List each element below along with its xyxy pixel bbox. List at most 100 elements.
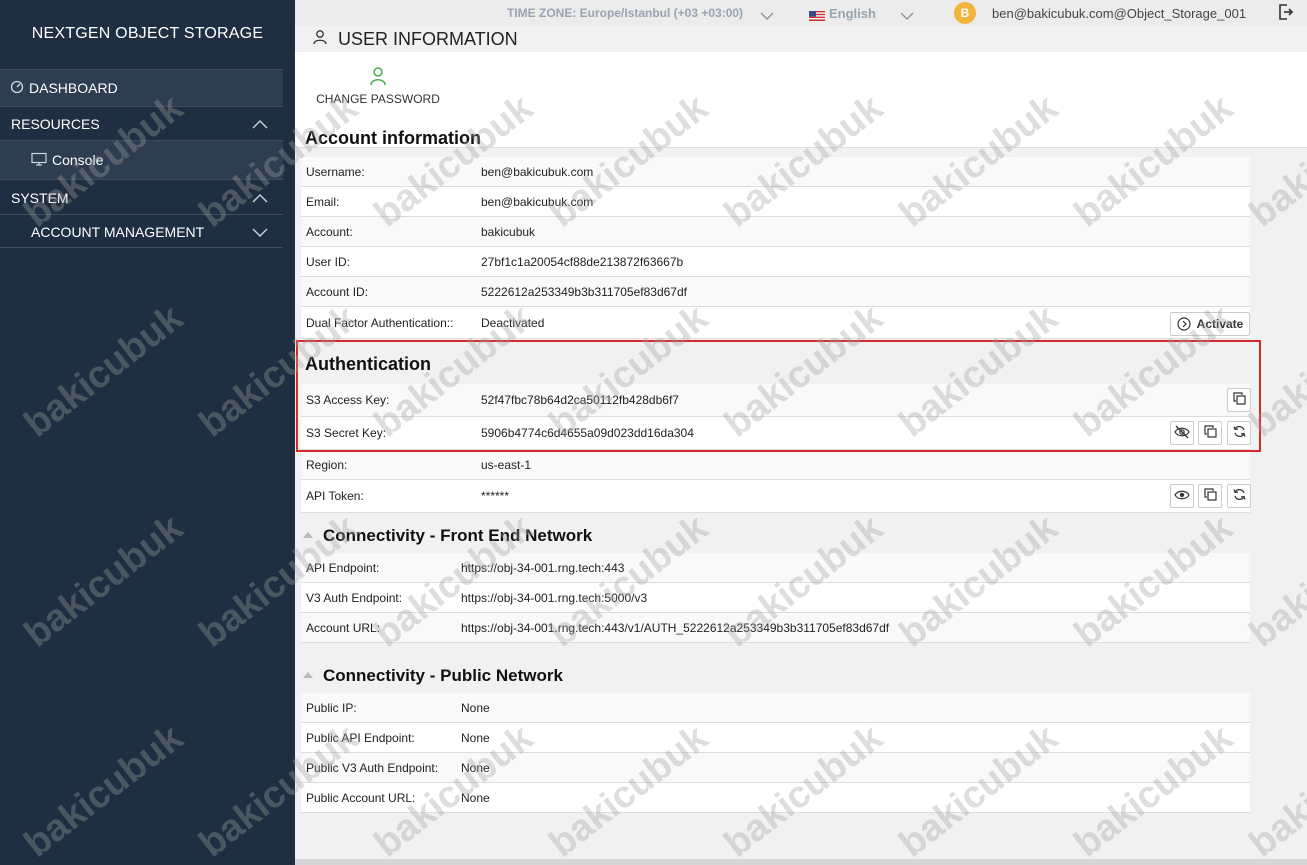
eye-icon bbox=[1174, 489, 1190, 504]
sidebar-item-resources[interactable]: RESOURCES bbox=[0, 107, 283, 141]
authentication-title: Authentication bbox=[305, 354, 431, 374]
show-api-token-button[interactable] bbox=[1170, 484, 1194, 508]
chevron-up-icon bbox=[251, 118, 269, 130]
row-value: ben@bakicubuk.com bbox=[481, 164, 594, 179]
table-row: Dual Factor Authentication:: Deactivated… bbox=[301, 307, 1250, 339]
row-value: https://obj-34-001.rng.tech:443 bbox=[461, 560, 625, 575]
table-row: Public V3 Auth Endpoint: None bbox=[301, 753, 1250, 783]
copy-icon bbox=[1203, 425, 1217, 441]
s3-secret-key-value: 5906b4774c6d4655a09d023dd16da304 bbox=[481, 426, 694, 440]
copy-icon bbox=[1232, 392, 1246, 408]
row-label: API Endpoint: bbox=[306, 560, 380, 575]
row-label: Account ID: bbox=[306, 284, 369, 299]
activate-label: Activate bbox=[1196, 317, 1244, 331]
row-value: Deactivated bbox=[481, 315, 545, 330]
regenerate-secret-key-button[interactable] bbox=[1227, 421, 1251, 445]
table-row: User ID: 27bf1c1a20054cf88de213872f63667… bbox=[301, 247, 1250, 277]
section-title-label: Connectivity - Public Network bbox=[323, 666, 563, 685]
table-row: API Token: ****** bbox=[301, 480, 1251, 513]
row-label: User ID: bbox=[306, 254, 351, 269]
us-flag-icon bbox=[809, 8, 825, 21]
table-row: Account: bakicubuk bbox=[301, 217, 1250, 247]
chevron-down-icon bbox=[251, 226, 269, 238]
chevron-up-icon bbox=[251, 192, 269, 204]
row-value: None bbox=[461, 730, 490, 745]
row-label: Dual Factor Authentication:: bbox=[306, 315, 454, 330]
horizontal-scrollbar[interactable] bbox=[295, 859, 1307, 865]
chevron-down-icon[interactable] bbox=[900, 8, 914, 26]
hide-secret-key-button[interactable] bbox=[1170, 421, 1194, 445]
sidebar-item-dashboard[interactable]: DASHBOARD bbox=[0, 69, 283, 107]
row-value: ben@bakicubuk.com bbox=[481, 194, 594, 209]
sidebar-item-label: RESOURCES bbox=[11, 115, 100, 132]
copy-icon bbox=[1203, 488, 1217, 504]
row-value: us-east-1 bbox=[481, 457, 532, 472]
public-network-title[interactable]: Connectivity - Public Network bbox=[303, 666, 563, 686]
table-row: S3 Secret Key: 5906b4774c6d4655a09d023dd… bbox=[301, 417, 1251, 450]
row-value: None bbox=[461, 760, 490, 775]
change-password-label: CHANGE PASSWORD bbox=[316, 92, 440, 106]
row-value: bakicubuk bbox=[481, 224, 536, 239]
row-label: Public IP: bbox=[306, 700, 357, 715]
avatar[interactable]: B bbox=[954, 2, 976, 24]
brand-title: NEXTGEN OBJECT STORAGE bbox=[31, 25, 264, 42]
copy-access-key-button[interactable] bbox=[1227, 388, 1251, 412]
table-row: Account URL: https://obj-34-001.rng.tech… bbox=[301, 613, 1250, 643]
row-value: https://obj-34-001.rng.tech:443/v1/AUTH_… bbox=[461, 620, 890, 635]
refresh-icon bbox=[1232, 488, 1246, 504]
arrow-circle-right-icon bbox=[1177, 317, 1191, 331]
row-label: Public Account URL: bbox=[306, 790, 416, 805]
front-end-network-title[interactable]: Connectivity - Front End Network bbox=[303, 526, 592, 546]
sidebar-item-console[interactable]: Console bbox=[0, 141, 283, 180]
row-value: None bbox=[461, 790, 490, 805]
dashboard-icon bbox=[10, 80, 26, 96]
table-row: Account ID: 5222612a253349b3b311705ef83d… bbox=[301, 277, 1250, 307]
table-row: Public IP: None bbox=[301, 693, 1250, 723]
copy-secret-key-button[interactable] bbox=[1198, 421, 1222, 445]
row-label: Email: bbox=[306, 194, 340, 209]
table-row: Region: us-east-1 bbox=[301, 450, 1250, 480]
refresh-icon bbox=[1232, 425, 1246, 441]
row-label: Username: bbox=[306, 164, 365, 179]
row-label: V3 Auth Endpoint: bbox=[306, 590, 403, 605]
change-password-button[interactable]: CHANGE PASSWORD bbox=[315, 66, 441, 106]
copy-api-token-button[interactable] bbox=[1198, 484, 1222, 508]
s3-access-key-value: 52f47fbc78b64d2ca50112fb428db6f7 bbox=[481, 393, 679, 407]
user-icon bbox=[369, 66, 387, 86]
row-value: None bbox=[461, 700, 490, 715]
row-value: 27bf1c1a20054cf88de213872f63667b bbox=[481, 254, 684, 269]
sidebar-item-system[interactable]: SYSTEM bbox=[0, 181, 283, 215]
top-bar: TIME ZONE: Europe/Istanbul (+03 +03:00) … bbox=[295, 0, 1307, 26]
row-value: https://obj-34-001.rng.tech:5000/v3 bbox=[461, 590, 648, 605]
sidebar-item-label: SYSTEM bbox=[11, 189, 69, 206]
row-label: S3 Access Key: bbox=[306, 393, 390, 407]
sidebar-item-label: DASHBOARD bbox=[29, 80, 118, 96]
table-row: Public API Endpoint: None bbox=[301, 723, 1250, 753]
chevron-down-icon[interactable] bbox=[760, 8, 774, 26]
eye-slash-icon bbox=[1174, 425, 1190, 442]
table-row: V3 Auth Endpoint: https://obj-34-001.rng… bbox=[301, 583, 1250, 613]
sidebar-item-account-management[interactable]: ACCOUNT MANAGEMENT bbox=[0, 216, 283, 248]
monitor-icon bbox=[31, 152, 47, 168]
collapse-triangle-icon bbox=[303, 532, 313, 538]
user-icon bbox=[312, 29, 328, 50]
row-label: Region: bbox=[306, 457, 348, 472]
user-account-label[interactable]: ben@bakicubuk.com@Object_Storage_001 bbox=[992, 6, 1246, 21]
activate-button[interactable]: Activate bbox=[1170, 312, 1250, 336]
row-value: 5222612a253349b3b311705ef83d67df bbox=[481, 284, 687, 299]
language-select[interactable]: English bbox=[829, 6, 876, 21]
page-header: USER INFORMATION bbox=[295, 26, 1307, 52]
sidebar-item-label: ACCOUNT MANAGEMENT bbox=[31, 223, 205, 240]
row-label: Account URL: bbox=[306, 620, 381, 635]
logout-icon[interactable] bbox=[1278, 3, 1294, 21]
table-row: Public Account URL: None bbox=[301, 783, 1250, 813]
section-title-label: Connectivity - Front End Network bbox=[323, 526, 593, 545]
timezone-select[interactable]: TIME ZONE: Europe/Istanbul (+03 +03:00) bbox=[507, 6, 743, 20]
sidebar-item-label: Console bbox=[52, 152, 104, 168]
regenerate-api-token-button[interactable] bbox=[1227, 484, 1251, 508]
row-label: API Token: bbox=[306, 489, 364, 503]
page-title: USER INFORMATION bbox=[338, 28, 518, 49]
table-row: Email: ben@bakicubuk.com bbox=[301, 187, 1250, 217]
row-label: S3 Secret Key: bbox=[306, 426, 387, 440]
account-information-title: Account information bbox=[305, 128, 481, 148]
